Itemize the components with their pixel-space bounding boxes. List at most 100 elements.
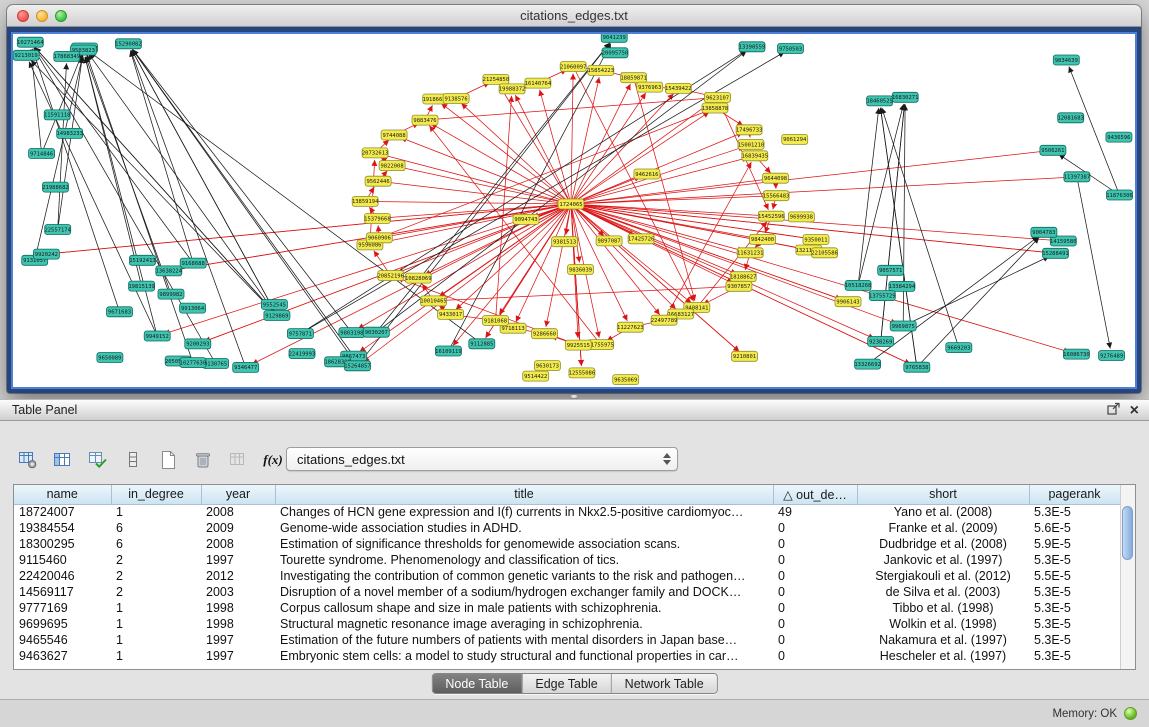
graph-node[interactable]: 9897087: [596, 236, 622, 246]
graph-node[interactable]: 10277630: [180, 358, 207, 368]
minimize-window-button[interactable]: [36, 10, 48, 22]
table-row[interactable]: 911546021997Tourette syndrome. Phenomeno…: [14, 552, 1120, 568]
graph-node[interactable]: 20095750: [602, 48, 629, 58]
graph-node[interactable]: 9506261: [1040, 145, 1066, 155]
graph-node[interactable]: 9061294: [782, 134, 808, 144]
graph-node[interactable]: 22497789: [651, 315, 678, 325]
graph-node[interactable]: 22419993: [289, 349, 316, 359]
graph-node[interactable]: 9920242: [33, 249, 59, 259]
float-panel-icon[interactable]: [1107, 402, 1120, 420]
graph-node[interactable]: 15452596: [758, 211, 785, 221]
graph-node[interactable]: 9129869: [264, 311, 290, 321]
graph-node[interactable]: 9744088: [381, 130, 407, 140]
zoom-window-button[interactable]: [55, 10, 67, 22]
graph-node[interactable]: 1724065: [558, 199, 584, 209]
graph-node[interactable]: 9130765: [203, 359, 229, 369]
column-header-pagerank[interactable]: pagerank: [1029, 485, 1120, 504]
graph-node[interactable]: 9200293: [185, 339, 211, 349]
graph-node[interactable]: 13638224: [156, 266, 183, 276]
graph-node[interactable]: 9462616: [634, 169, 660, 179]
graph-node[interactable]: 19815139: [128, 281, 155, 291]
graph-node[interactable]: 15192413: [129, 255, 156, 265]
table-row[interactable]: 969969511998Structural magnetic resonanc…: [14, 616, 1120, 632]
graph-node[interactable]: 11591118: [44, 110, 71, 120]
graph-node[interactable]: 11876306: [1106, 190, 1133, 200]
graph-node[interactable]: 9168688: [180, 258, 206, 268]
delete-column-icon[interactable]: [191, 448, 215, 472]
table-scrollbar[interactable]: [1120, 485, 1135, 669]
graph-node[interactable]: 15001210: [738, 140, 765, 150]
tab-node-table[interactable]: Node Table: [432, 674, 521, 693]
table-row[interactable]: 1456911722003Disruption of a novel membe…: [14, 584, 1120, 600]
graph-node[interactable]: 9238269: [868, 337, 894, 347]
graph-node[interactable]: 9181068: [483, 316, 509, 326]
show-columns-icon[interactable]: [51, 448, 75, 472]
graph-node[interactable]: 9514422: [523, 371, 549, 381]
graph-node[interactable]: 18188627: [730, 272, 757, 282]
graph-node[interactable]: 9094743: [513, 214, 539, 224]
graph-node[interactable]: 9913064: [180, 303, 206, 313]
graph-node[interactable]: 11397387: [1064, 172, 1091, 182]
graph-node[interactable]: 18859871: [620, 73, 647, 83]
graph-node[interactable]: 14983233: [56, 128, 83, 138]
graph-node[interactable]: 13390559: [739, 42, 766, 52]
graph-node[interactable]: 9346477: [233, 362, 259, 372]
function-builder-icon[interactable]: f(x): [261, 448, 285, 472]
graph-node[interactable]: 9436596: [1106, 132, 1132, 142]
graph-node[interactable]: 9276489: [1099, 351, 1125, 361]
graph-node[interactable]: 9552545: [261, 300, 287, 310]
scrollbar-thumb[interactable]: [1122, 506, 1133, 560]
graph-node[interactable]: 9822008: [379, 161, 405, 171]
graph-node[interactable]: 16086730: [1063, 349, 1090, 359]
graph-node[interactable]: 21060097: [560, 62, 587, 72]
graph-node[interactable]: 9669203: [946, 343, 972, 353]
graph-node[interactable]: 9623107: [705, 93, 731, 103]
graph-node[interactable]: 13858878: [702, 103, 729, 113]
table-row[interactable]: 1872400712008Changes of HCN gene express…: [14, 504, 1120, 520]
graph-node[interactable]: 9376963: [637, 82, 663, 92]
graph-node[interactable]: 9213019: [13, 50, 39, 60]
close-panel-icon[interactable]: ×: [1130, 403, 1139, 419]
network-canvas[interactable]: 1724065210600971585422318859871937696315…: [13, 34, 1135, 387]
graph-node[interactable]: 9562446: [365, 176, 391, 186]
graph-node[interactable]: 13755729: [869, 291, 896, 301]
graph-node[interactable]: 17868349: [54, 51, 81, 61]
graph-node[interactable]: 9210801: [732, 351, 758, 361]
memory-status-icon[interactable]: [1124, 707, 1137, 720]
table-row[interactable]: 1830029562008Estimation of significance …: [14, 536, 1120, 552]
graph-node[interactable]: 15264857: [344, 361, 371, 371]
graph-node[interactable]: 19988372: [499, 84, 526, 94]
graph-node[interactable]: 9030207: [363, 327, 389, 337]
graph-node[interactable]: 21254850: [483, 74, 510, 84]
graph-node[interactable]: 9004783: [1031, 227, 1057, 237]
table-row[interactable]: 2242004622012Investigating the contribut…: [14, 568, 1120, 584]
graph-node[interactable]: 13326692: [854, 359, 881, 369]
table-row[interactable]: 977716911998Corpus callosum shape and si…: [14, 600, 1120, 616]
graph-node[interactable]: 10271464: [17, 37, 44, 47]
graph-node[interactable]: 9836039: [568, 265, 594, 275]
create-column-icon[interactable]: [156, 448, 180, 472]
graph-node[interactable]: 17496733: [736, 125, 763, 135]
window-titlebar[interactable]: citations_edges.txt: [7, 5, 1141, 27]
column-header-out_degree[interactable]: △ out_de…: [773, 485, 857, 504]
graph-node[interactable]: 9307857: [726, 281, 752, 291]
graph-node[interactable]: 9803198: [339, 328, 365, 338]
graph-node[interactable]: 9671683: [107, 307, 133, 317]
graph-node[interactable]: 21988682: [42, 182, 69, 192]
graph-node[interactable]: 11631231: [737, 248, 764, 258]
graph-node[interactable]: 15566483: [763, 191, 790, 201]
graph-node[interactable]: 20852196: [377, 271, 404, 281]
graph-node[interactable]: 9765838: [904, 362, 930, 372]
table-row[interactable]: 946554611997Estimation of the future num…: [14, 632, 1120, 648]
graph-node[interactable]: 16830271: [892, 92, 919, 102]
table-mode-icon[interactable]: [16, 448, 40, 472]
graph-node[interactable]: 9899982: [158, 289, 184, 299]
tab-network-table[interactable]: Network Table: [611, 674, 717, 693]
column-header-name[interactable]: name: [14, 485, 111, 504]
graph-node[interactable]: 9757871: [287, 329, 313, 339]
graph-node[interactable]: 22557174: [44, 225, 71, 235]
graph-node[interactable]: 10828069: [405, 273, 432, 283]
table-row[interactable]: 946362711997Embryonic stem cells: a mode…: [14, 648, 1120, 664]
graph-node[interactable]: 9630173: [534, 361, 560, 371]
graph-node[interactable]: 9650089: [97, 353, 123, 363]
